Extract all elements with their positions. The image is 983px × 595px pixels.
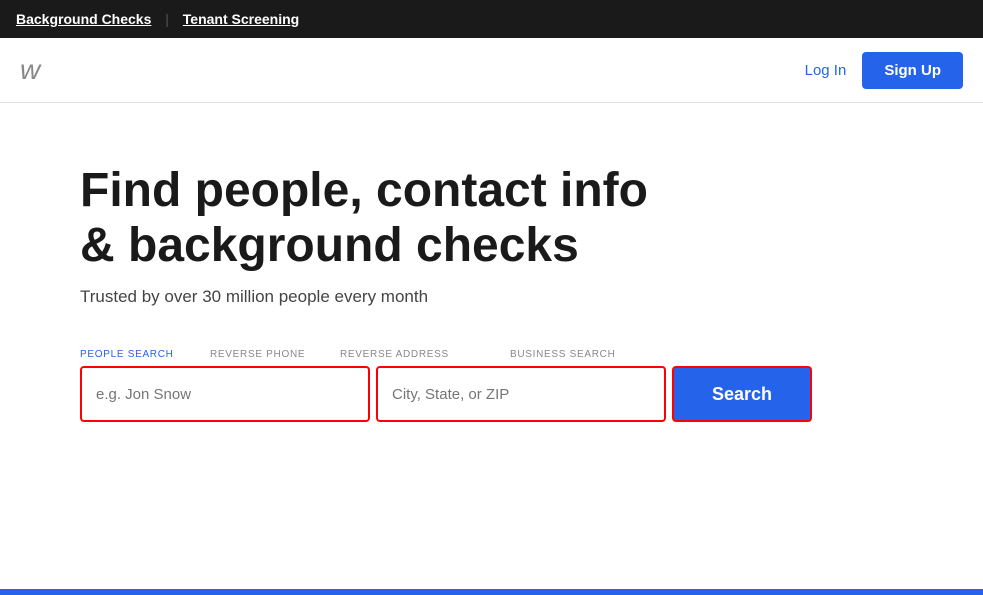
background-checks-link[interactable]: Background Checks xyxy=(16,11,151,27)
top-bar-divider: | xyxy=(161,11,172,27)
signup-button[interactable]: Sign Up xyxy=(862,52,963,89)
logo: w xyxy=(20,54,40,86)
tab-business-search[interactable]: BUSINESS SEARCH xyxy=(510,343,650,366)
header: w Log In Sign Up xyxy=(0,38,983,103)
tab-reverse-phone[interactable]: REVERSE PHONE xyxy=(210,343,340,366)
login-link[interactable]: Log In xyxy=(805,62,847,79)
search-button[interactable]: Search xyxy=(672,366,812,422)
tenant-screening-link[interactable]: Tenant Screening xyxy=(183,11,299,27)
hero-title: Find people, contact info & background c… xyxy=(80,163,680,273)
hero-subtitle: Trusted by over 30 million people every … xyxy=(80,287,903,307)
bottom-progress-bar xyxy=(0,589,983,595)
top-bar: Background Checks | Tenant Screening xyxy=(0,0,983,38)
name-search-input[interactable] xyxy=(80,366,370,422)
search-inputs-row: Search xyxy=(80,366,840,422)
tab-reverse-address[interactable]: REVERSE ADDRESS xyxy=(340,343,510,366)
main-content: Find people, contact info & background c… xyxy=(0,103,983,462)
search-tabs: PEOPLE SEARCH REVERSE PHONE REVERSE ADDR… xyxy=(80,343,840,366)
header-actions: Log In Sign Up xyxy=(805,52,963,89)
location-search-input[interactable] xyxy=(376,366,666,422)
search-section: PEOPLE SEARCH REVERSE PHONE REVERSE ADDR… xyxy=(80,343,840,422)
tab-people-search[interactable]: PEOPLE SEARCH xyxy=(80,343,210,366)
